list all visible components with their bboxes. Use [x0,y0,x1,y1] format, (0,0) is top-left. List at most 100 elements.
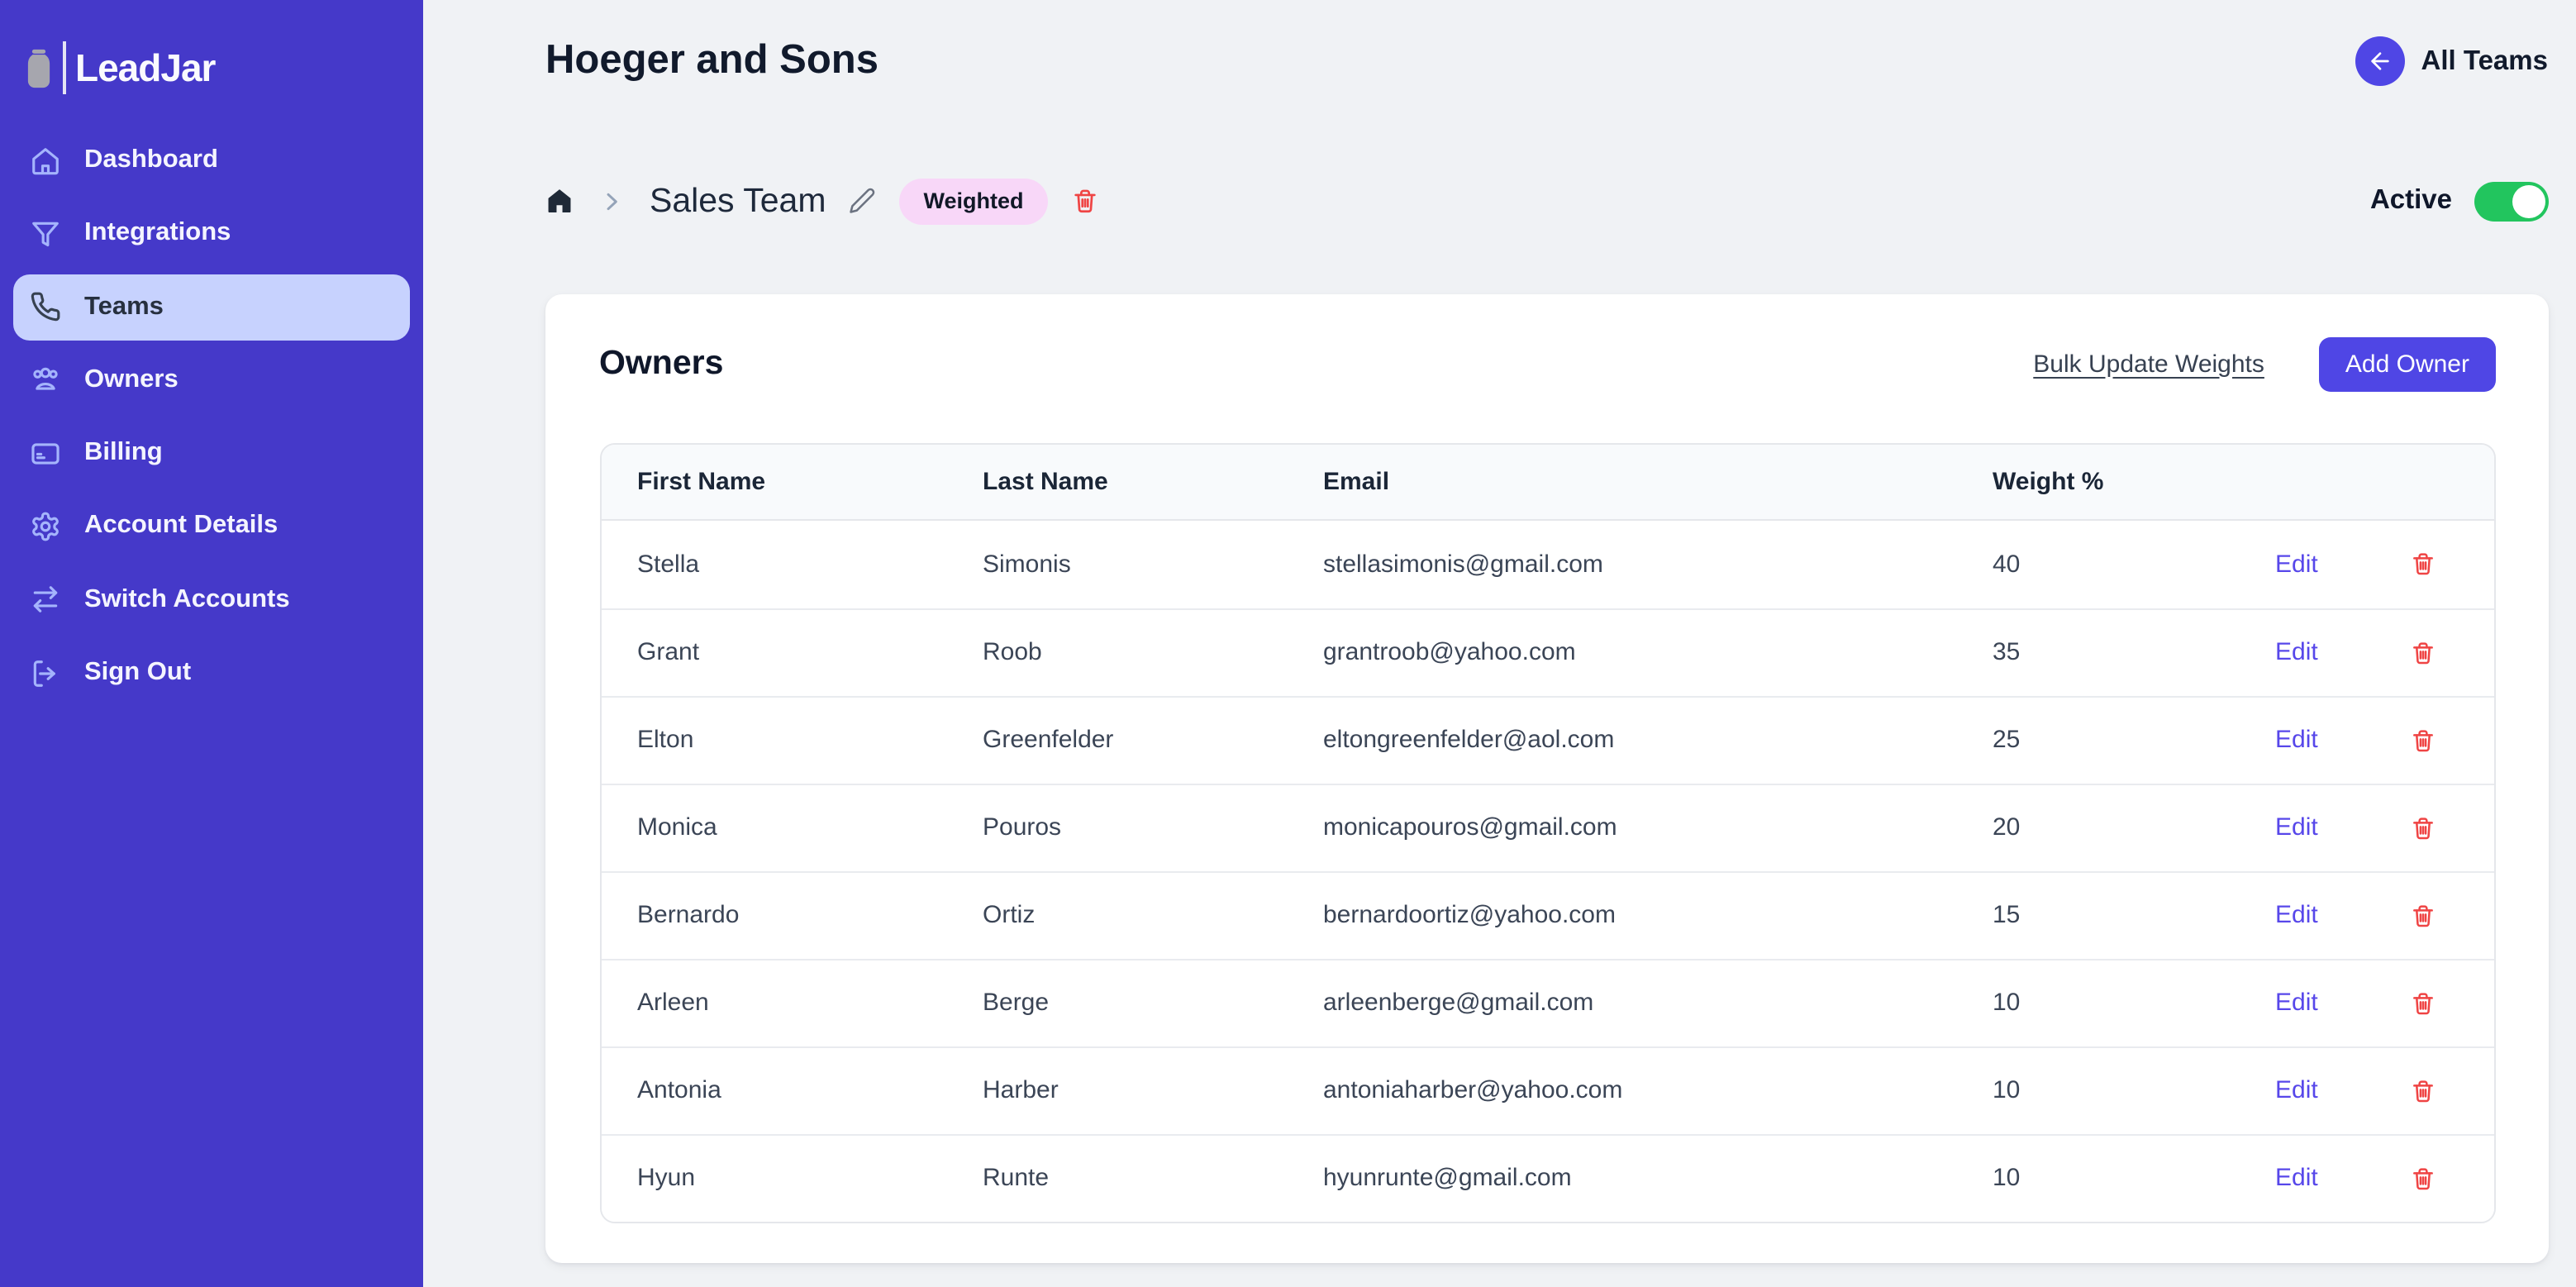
delete-owner-trash-icon[interactable] [2411,1165,2437,1191]
sidebar-item-label: Teams [84,292,164,321]
delete-owner-trash-icon[interactable] [2411,902,2437,928]
delete-owner-trash-icon[interactable] [2411,989,2437,1016]
cell-last-name: Greenfelder [983,726,1114,754]
cell-email: hyunrunte@gmail.com [1323,1164,1572,1192]
delete-owner-trash-icon[interactable] [2411,551,2437,577]
cell-first-name: Hyun [637,1164,696,1192]
sidebar-item-account-details[interactable]: Account Details [13,493,410,560]
delete-owner-trash-icon[interactable] [2411,1077,2437,1103]
active-label: Active [2369,185,2452,216]
cell-actions: Edit [2274,726,2494,754]
team-name: Sales Team [650,181,826,220]
edit-link[interactable]: Edit [2275,638,2318,666]
cell-weight: 35 [1993,638,2021,666]
table-row: Stella Simonis stellasimonis@gmail.com 4… [601,520,2494,608]
table-body: Stella Simonis stellasimonis@gmail.com 4… [601,520,2494,1221]
edit-link[interactable]: Edit [2275,1164,2318,1192]
sidebar-item-label: Dashboard [84,145,218,174]
funnel-icon [30,218,61,250]
cell-last-name: Roob [983,638,1042,666]
cell-weight: 10 [1993,1076,2021,1104]
bulk-update-weights-link[interactable]: Bulk Update Weights [2033,350,2264,378]
cell-first-name: Elton [637,726,694,754]
users-icon [30,365,61,396]
cell-email: eltongreenfelder@aol.com [1323,726,1615,754]
sidebar-item-integrations[interactable]: Integrations [13,201,410,267]
sidebar-item-billing[interactable]: Billing [13,420,410,486]
cell-email: monicapouros@gmail.com [1323,813,1617,841]
all-teams-button[interactable]: All Teams [2355,36,2548,86]
add-owner-button[interactable]: Add Owner [2318,336,2496,391]
sidebar-item-teams[interactable]: Teams [13,274,410,341]
delete-team-trash-icon[interactable] [1071,188,1099,216]
sidebar-item-sign-out[interactable]: Sign Out [13,640,410,706]
delete-owner-trash-icon[interactable] [2411,639,2437,665]
brand-logo: LeadJar [13,0,410,94]
cell-first-name: Arleen [637,989,709,1017]
cell-last-name: Runte [983,1164,1050,1192]
breadcrumb: Sales Team Weighted [545,179,1099,224]
cell-actions: Edit [2274,550,2494,578]
table-header-row: First Name Last Name Email Weight % [601,444,2494,520]
cell-actions: Edit [2274,638,2494,666]
cell-email: arleenberge@gmail.com [1323,989,1594,1017]
cell-weight: 10 [1993,989,2021,1017]
header-weight: Weight % [1993,467,2104,495]
app-root: LeadJar Dashboard Integrations Teams Own… [0,0,2576,1287]
edit-link[interactable]: Edit [2275,550,2318,578]
cell-weight: 40 [1993,550,2021,578]
cell-email: antoniaharber@yahoo.com [1323,1076,1623,1104]
sidebar-nav: Dashboard Integrations Teams Owners Bill… [13,127,410,706]
cell-first-name: Grant [637,638,700,666]
cell-weight: 20 [1993,813,2021,841]
edit-link[interactable]: Edit [2275,989,2318,1017]
sidebar: LeadJar Dashboard Integrations Teams Own… [0,0,423,1287]
sidebar-item-label: Account Details [84,511,279,540]
edit-pencil-icon[interactable] [847,188,875,216]
cell-actions: Edit [2274,901,2494,929]
switch-arrows-icon [30,584,61,616]
page-title: Hoeger and Sons [545,38,879,83]
back-arrow-icon[interactable] [2355,36,2405,86]
credit-card-icon [30,437,61,469]
delete-owner-trash-icon[interactable] [2411,727,2437,753]
edit-link[interactable]: Edit [2275,901,2318,929]
table-row: Antonia Harber antoniaharber@yahoo.com 1… [601,1046,2494,1133]
cell-weight: 15 [1993,901,2021,929]
table-row: Arleen Berge arleenberge@gmail.com 10 Ed… [601,958,2494,1046]
sidebar-item-dashboard[interactable]: Dashboard [13,127,410,193]
cell-email: bernardoortiz@yahoo.com [1323,901,1616,929]
breadcrumb-home-icon[interactable] [545,188,574,216]
edit-link[interactable]: Edit [2275,1076,2318,1104]
cell-actions: Edit [2274,813,2494,841]
sidebar-item-label: Sign Out [84,658,192,687]
active-toggle-group: Active [2369,181,2548,222]
brand-name: LeadJar [75,45,216,88]
active-toggle[interactable] [2474,181,2548,222]
sidebar-item-switch-accounts[interactable]: Switch Accounts [13,567,410,633]
page-header: Hoeger and Sons All Teams [545,36,2548,86]
sidebar-item-label: Billing [84,438,163,467]
weighted-badge: Weighted [898,179,1049,224]
edit-link[interactable]: Edit [2275,813,2318,841]
sidebar-item-label: Integrations [84,218,231,247]
sidebar-item-owners[interactable]: Owners [13,347,410,413]
sign-out-icon [30,657,61,689]
cell-first-name: Bernardo [637,901,740,929]
cell-weight: 10 [1993,1164,2021,1192]
edit-link[interactable]: Edit [2275,726,2318,754]
chevron-right-icon [607,193,617,210]
cell-first-name: Antonia [637,1076,721,1104]
table-row: Grant Roob grantroob@yahoo.com 35 Edit [601,608,2494,695]
cell-actions: Edit [2274,1076,2494,1104]
cell-weight: 25 [1993,726,2021,754]
table-row: Monica Pouros monicapouros@gmail.com 20 … [601,783,2494,870]
cell-first-name: Monica [637,813,717,841]
owners-title: Owners [599,344,724,382]
table-row: Bernardo Ortiz bernardoortiz@yahoo.com 1… [601,870,2494,958]
logo-divider [63,41,65,94]
header-last-name: Last Name [983,467,1108,495]
cell-last-name: Berge [983,989,1050,1017]
cell-email: grantroob@yahoo.com [1323,638,1576,666]
delete-owner-trash-icon[interactable] [2411,814,2437,841]
